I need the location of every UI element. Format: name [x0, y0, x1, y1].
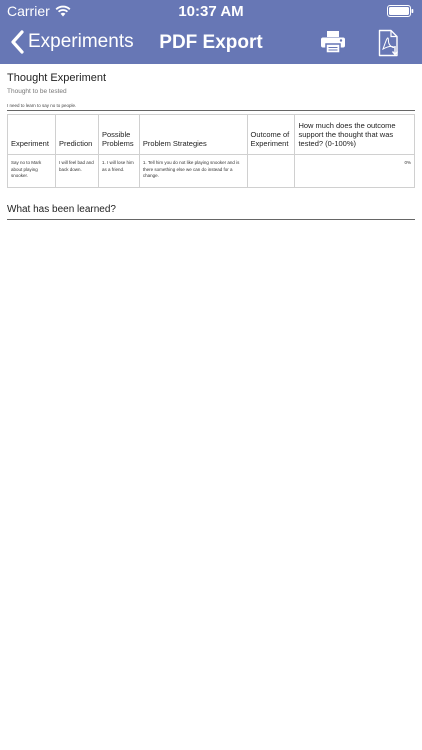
column-header: Prediction	[54, 114, 99, 155]
column-header: Experiment	[7, 114, 56, 155]
table-cell: 1. I will lose him as a friend.	[97, 154, 140, 188]
table-header-row: Experiment Prediction Possible Problems …	[7, 114, 415, 155]
experiment-table: Experiment Prediction Possible Problems …	[7, 114, 415, 188]
pdf-document: Thought Experiment Thought to be tested …	[7, 72, 415, 220]
table-cell: 0%	[294, 154, 415, 188]
document-subtitle: Thought to be tested	[7, 88, 67, 95]
app-header: Carrier 10:37 AM Experiments PDF Export	[0, 0, 422, 64]
navigation-bar: Experiments PDF Export	[0, 22, 422, 64]
battery-icon	[387, 5, 414, 17]
table-cell: 1. Tell him you do not like playing snoo…	[138, 154, 248, 188]
table-cell: I will feel bad and back down.	[54, 154, 99, 188]
pdf-download-icon[interactable]	[378, 29, 400, 57]
page-title: PDF Export	[159, 32, 263, 53]
status-time: 10:37 AM	[178, 3, 244, 20]
column-header: Outcome of Experiment	[246, 114, 296, 155]
column-header: Problem Strategies	[138, 114, 248, 155]
table-row: Say no to Mark about playing snooker. I …	[7, 154, 415, 188]
column-header: Possible Problems	[97, 114, 140, 155]
table-cell: Say no to Mark about playing snooker.	[7, 154, 56, 188]
column-header: How much does the outcome support the th…	[294, 114, 415, 155]
document-title: Thought Experiment	[7, 72, 107, 84]
learned-heading: What has been learned?	[7, 204, 415, 220]
status-bar: Carrier 10:37 AM	[0, 0, 422, 22]
printer-icon[interactable]	[320, 30, 346, 54]
thought-text: I need to learn to say no to people.	[7, 103, 415, 111]
table-cell	[246, 154, 296, 188]
